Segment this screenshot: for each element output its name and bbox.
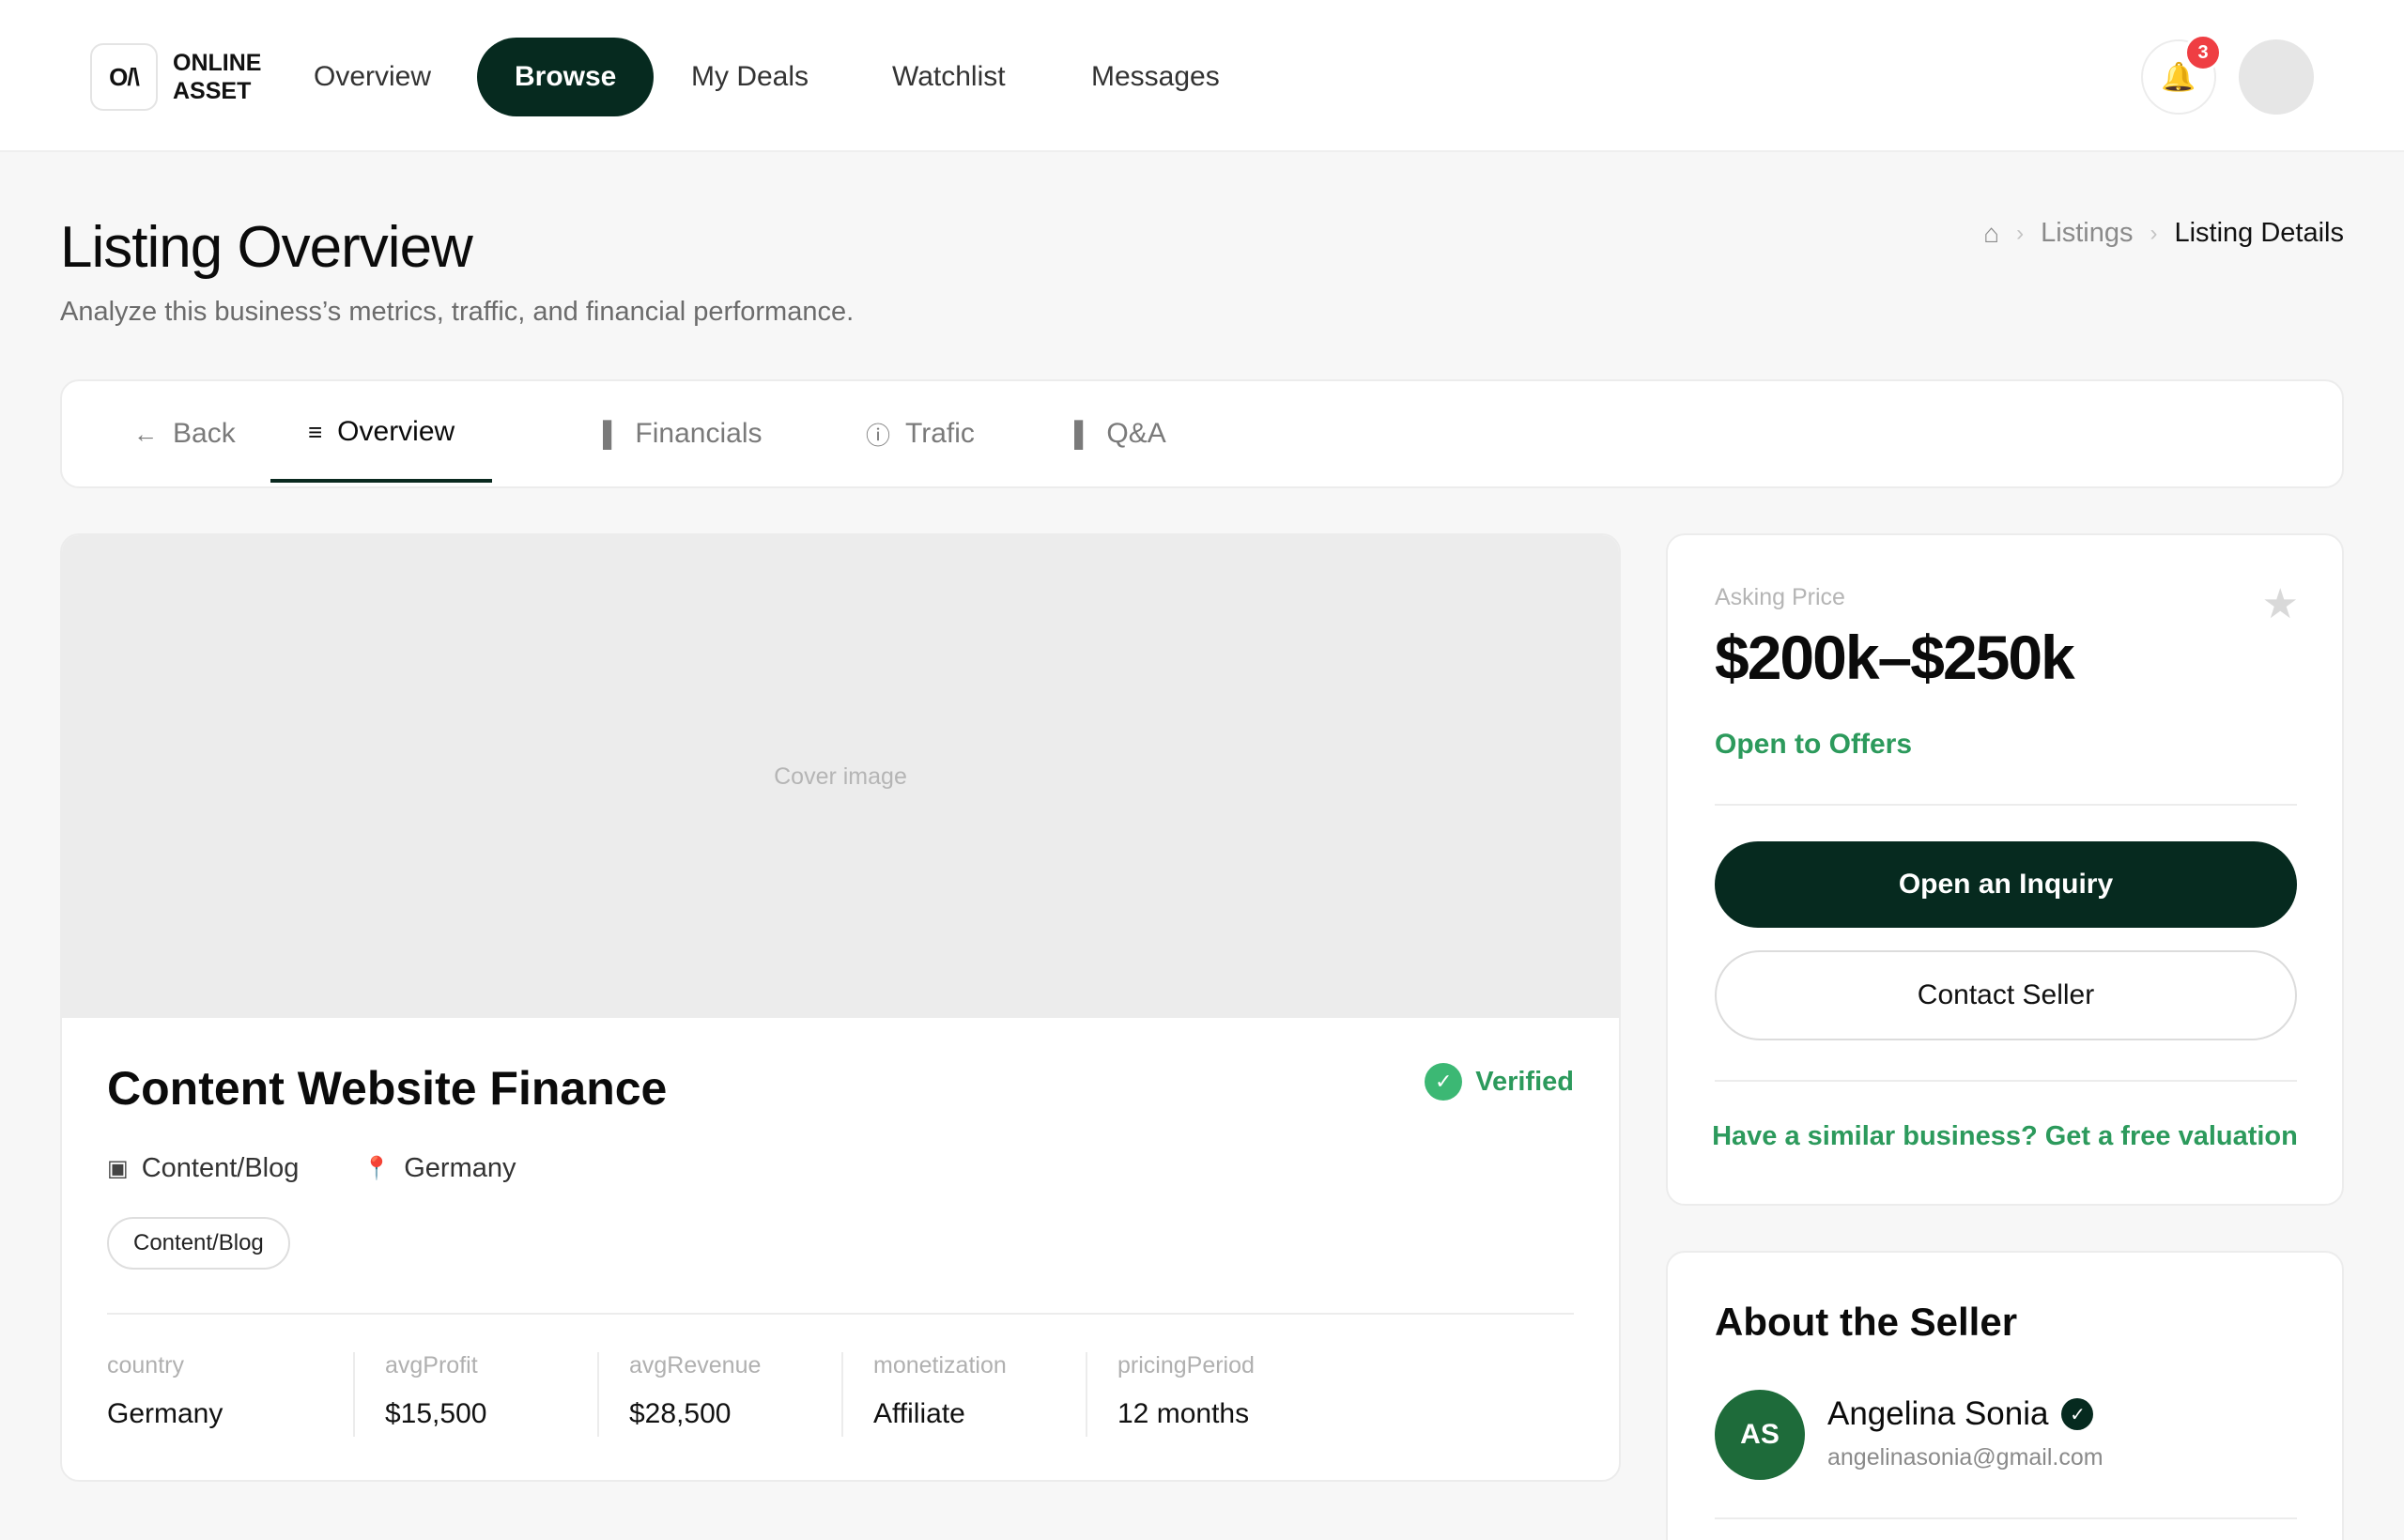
- contact-seller-button[interactable]: Contact Seller: [1715, 950, 2297, 1040]
- breadcrumb-listings[interactable]: Listings: [2041, 218, 2133, 249]
- listing-card: Cover image Content Website Finance ✓ Ve…: [60, 533, 1621, 1482]
- list-icon: ≡: [308, 417, 323, 446]
- stat-label: country: [107, 1352, 184, 1378]
- seller-card: About the Seller AS Angelina Sonia ✓ ang…: [1666, 1251, 2344, 1540]
- stat-label: avgProfit: [385, 1352, 478, 1378]
- tab-trafic-label: Trafic: [905, 418, 975, 449]
- tab-back[interactable]: ← Back: [115, 381, 273, 486]
- nav-browse[interactable]: Browse: [477, 38, 655, 116]
- stat-label: pricingPeriod: [1117, 1352, 1255, 1378]
- stat-avg-revenue: avgRevenue $28,500: [597, 1352, 761, 1437]
- seller-email: angelinasonia@gmail.com: [1827, 1444, 2104, 1471]
- tab-overview[interactable]: ≡ Overview: [270, 385, 493, 483]
- tab-overview-label: Overview: [337, 416, 455, 447]
- bar-chart-icon: ▌: [603, 419, 621, 448]
- star-icon[interactable]: ★: [2262, 580, 2299, 628]
- tab-financials[interactable]: ▌ Financials: [565, 381, 799, 486]
- listing-meta: ▣ Content/Blog 📍 Germany: [107, 1153, 516, 1184]
- nav-overview[interactable]: Overview: [276, 38, 469, 116]
- asking-price-label: Asking Price: [1715, 584, 1845, 610]
- divider: [1715, 804, 2297, 806]
- nav-watchlist[interactable]: Watchlist: [855, 38, 1043, 116]
- logo-line-2: ASSET: [173, 78, 252, 104]
- logo-line-1: ONLINE: [173, 50, 262, 76]
- notification-count-badge: 3: [2184, 34, 2222, 71]
- top-navigation-bar: O/\ ONLINE ASSET Overview Browse My Deal…: [0, 0, 2404, 152]
- seller-name-text: Angelina Sonia: [1827, 1395, 2049, 1432]
- category-icon: ▣: [107, 1156, 129, 1181]
- divider: [1715, 1517, 2297, 1519]
- stat-country: country Germany: [107, 1352, 223, 1437]
- logo-mark[interactable]: O/\: [90, 43, 158, 111]
- breadcrumb-current: Listing Details: [2174, 218, 2344, 248]
- stat-pricing-period: pricingPeriod 12 months: [1086, 1352, 1255, 1437]
- cover-image-placeholder: Cover image: [774, 762, 907, 790]
- stat-monetization: monetization Affiliate: [841, 1352, 1007, 1437]
- verified-label: Verified: [1475, 1066, 1574, 1097]
- seller-name: Angelina Sonia ✓: [1827, 1395, 2094, 1433]
- location-pin-icon: 📍: [362, 1156, 392, 1181]
- user-avatar[interactable]: [2239, 39, 2314, 115]
- stat-value: Affiliate: [873, 1398, 965, 1429]
- free-valuation-link[interactable]: Have a similar business? Get a free valu…: [1668, 1121, 2342, 1152]
- info-icon: ⓘ: [866, 421, 891, 450]
- tab-qa-label: Q&A: [1106, 418, 1166, 449]
- home-icon[interactable]: ⌂: [1983, 219, 1999, 249]
- stat-label: monetization: [873, 1352, 1007, 1378]
- logo-text[interactable]: ONLINE ASSET: [173, 49, 276, 105]
- asking-price-value: $200k–$250k: [1715, 623, 2075, 692]
- seller-avatar[interactable]: AS: [1715, 1390, 1805, 1480]
- cover-image: Cover image: [62, 535, 1619, 1018]
- tab-qa[interactable]: ▌ Q&A: [1037, 381, 1204, 486]
- stat-value: 12 months: [1117, 1398, 1250, 1429]
- verified-check-icon: ✓: [2061, 1398, 2094, 1430]
- seller-section-title: About the Seller: [1715, 1300, 2018, 1344]
- page-subtitle: Analyze this business’s metrics, traffic…: [60, 297, 855, 327]
- chevron-right-icon: ›: [2150, 220, 2158, 246]
- tab-financials-label: Financials: [635, 418, 763, 449]
- listing-tabs: ← Back ≡ Overview ▌ Financials ⓘ Trafic …: [60, 379, 2344, 488]
- listing-title: Content Website Finance: [107, 1062, 668, 1115]
- stat-value: Germany: [107, 1398, 223, 1429]
- open-to-offers: Open to Offers: [1715, 729, 1913, 760]
- divider: [107, 1313, 1574, 1315]
- tab-trafic[interactable]: ⓘ Trafic: [828, 381, 1012, 486]
- price-card: Asking Price ★ $200k–$250k Open to Offer…: [1666, 533, 2344, 1206]
- listing-location: Germany: [404, 1153, 516, 1183]
- listing-category: Content/Blog: [141, 1153, 300, 1183]
- page-title: Listing Overview: [60, 215, 473, 280]
- stat-avg-profit: avgProfit $15,500: [353, 1352, 486, 1437]
- verified-badge: ✓ Verified: [1425, 1063, 1574, 1101]
- stat-value: $28,500: [629, 1398, 732, 1429]
- chevron-right-icon: ›: [2016, 220, 2025, 246]
- bar-chart-icon: ▌: [1074, 419, 1092, 448]
- stat-value: $15,500: [385, 1398, 487, 1429]
- nav-my-deals[interactable]: My Deals: [654, 38, 846, 116]
- open-inquiry-button[interactable]: Open an Inquiry: [1715, 841, 2297, 928]
- arrow-left-icon: ←: [133, 419, 158, 448]
- nav-messages[interactable]: Messages: [1054, 38, 1257, 116]
- check-circle-icon: ✓: [1425, 1063, 1463, 1101]
- breadcrumb: ⌂ › Listings › Listing Details: [1983, 218, 2344, 249]
- category-tag[interactable]: Content/Blog: [107, 1217, 290, 1270]
- divider: [1715, 1080, 2297, 1082]
- stat-label: avgRevenue: [629, 1352, 762, 1378]
- tab-back-label: Back: [173, 418, 236, 449]
